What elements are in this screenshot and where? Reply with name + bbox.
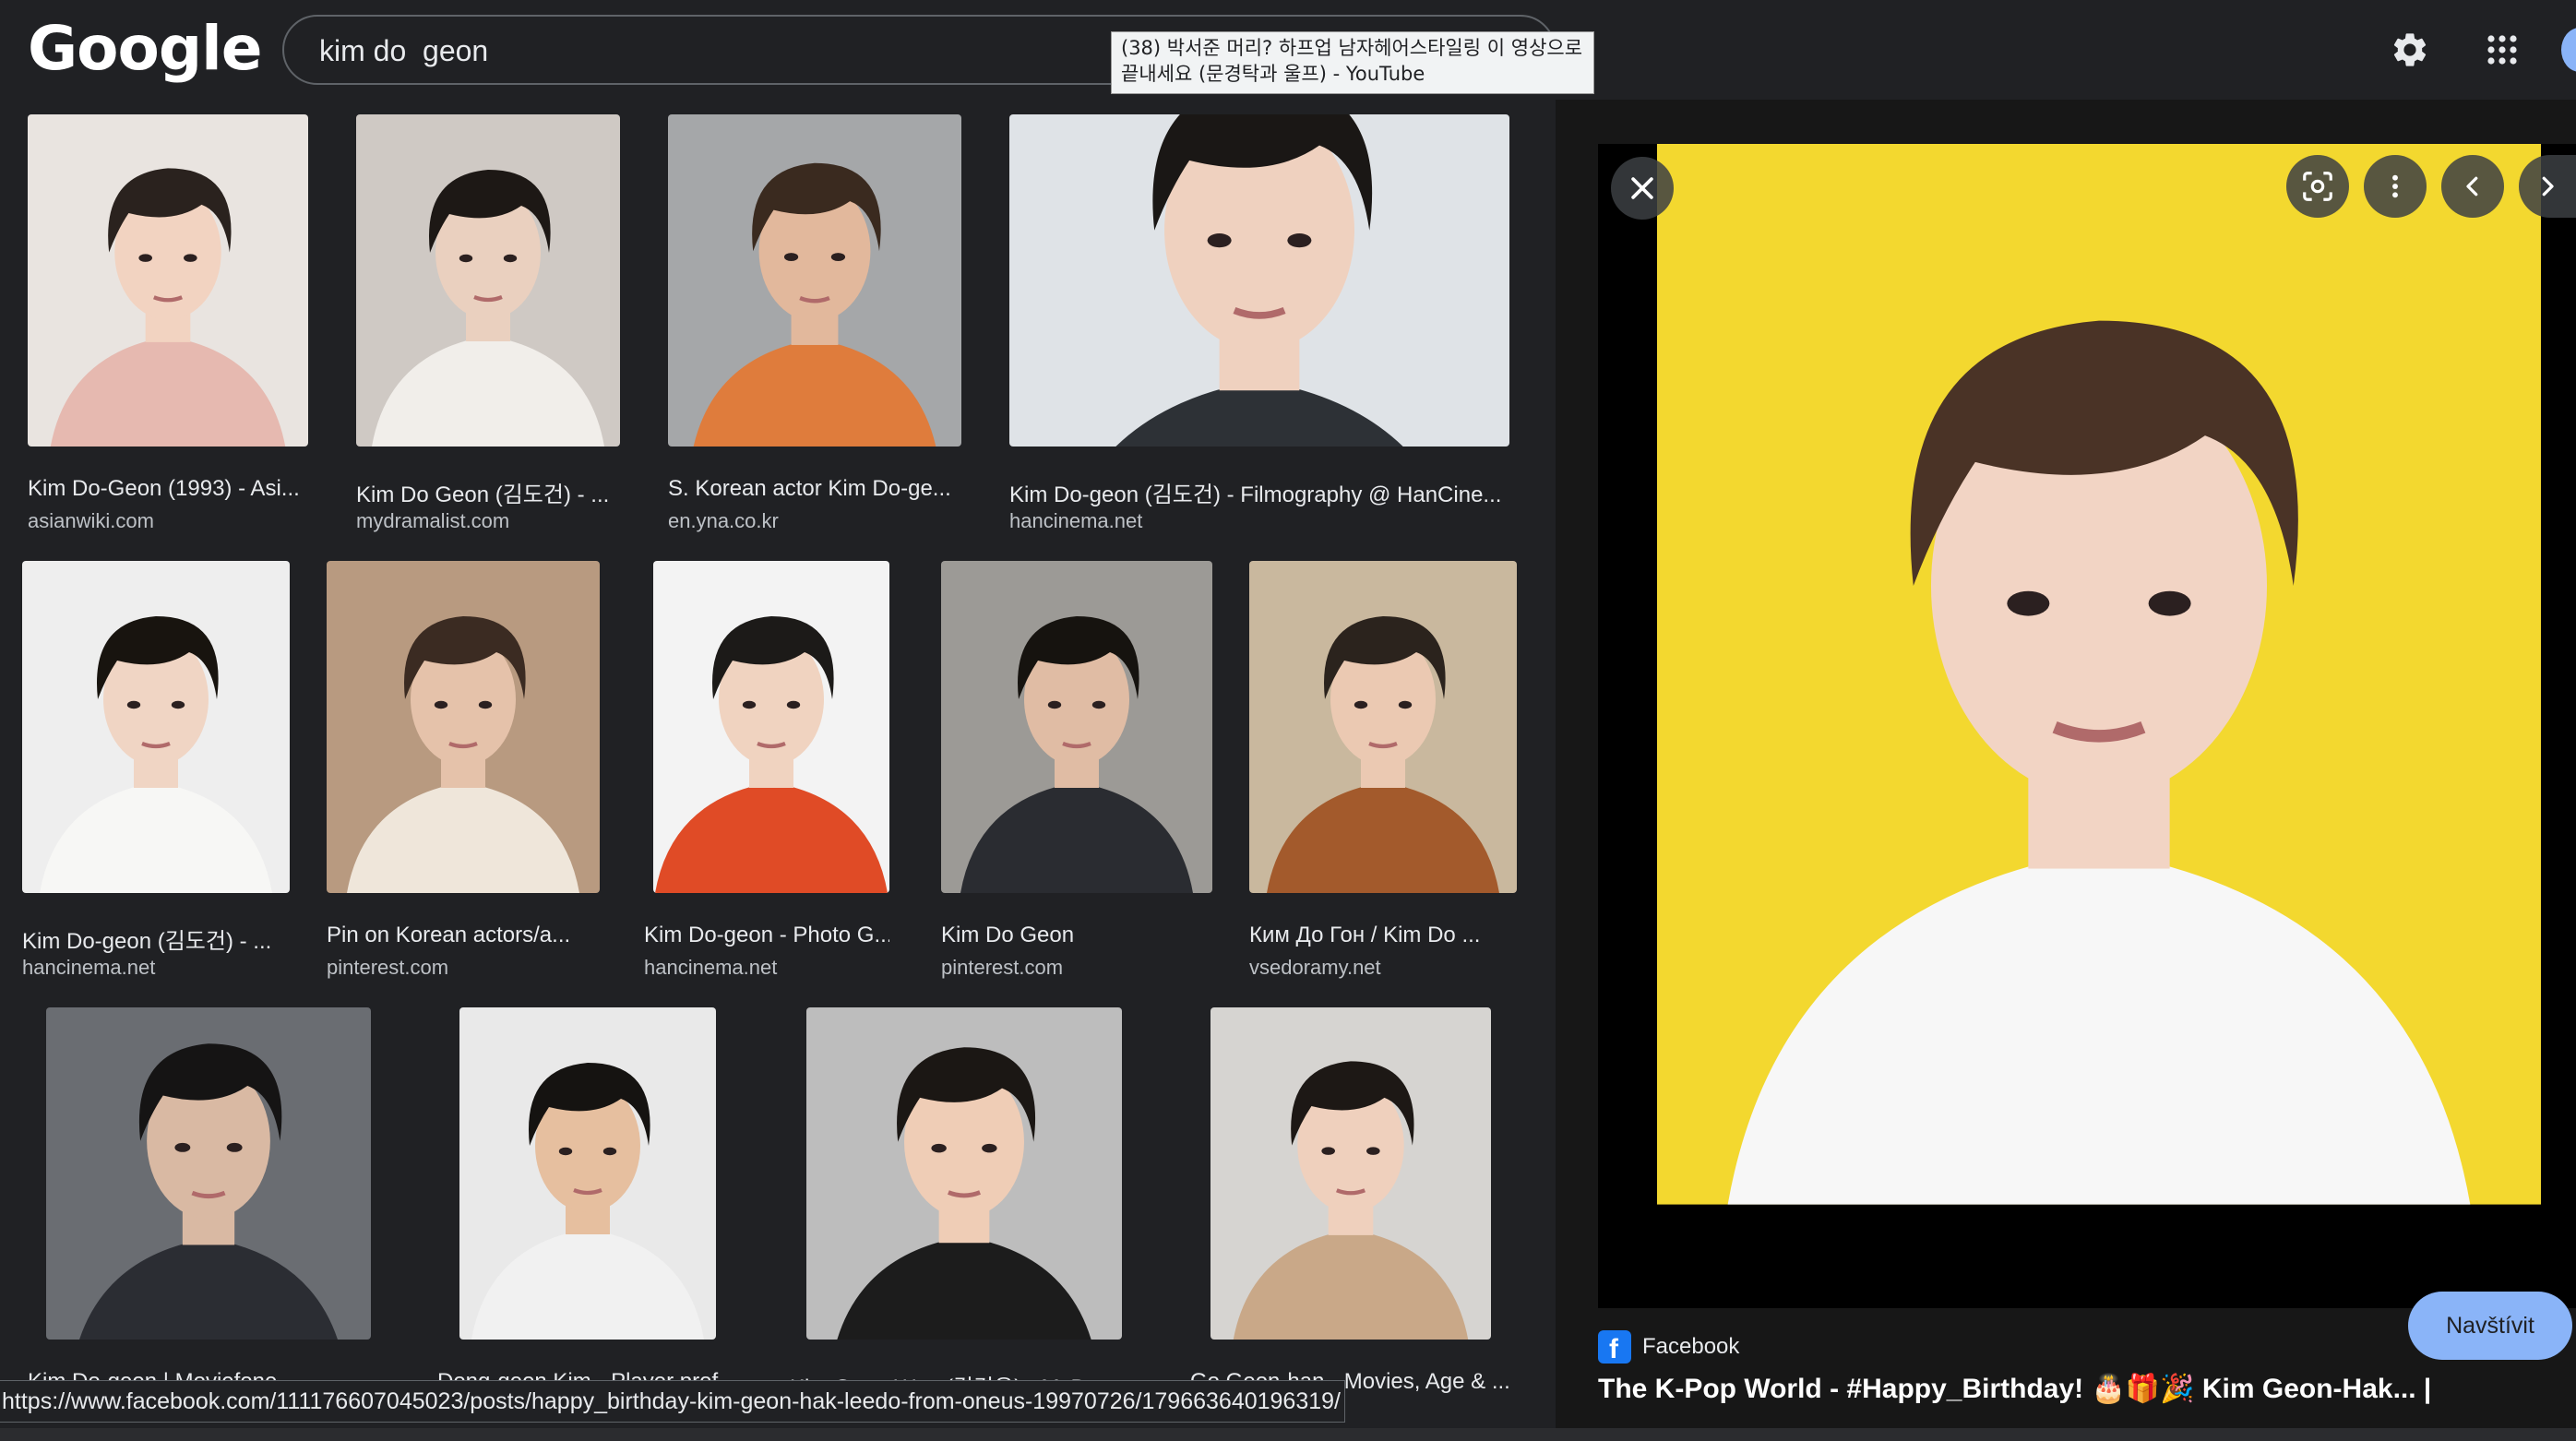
preview-image-frame: [1598, 144, 2576, 1308]
result-thumbnail[interactable]: [28, 114, 308, 447]
result-tile[interactable]: Kim Geon Woo (김건우) - MyDra...: [790, 1007, 1140, 1400]
result-source: en.yna.co.kr: [668, 509, 779, 532]
result-title[interactable]: Kim Do-geon (김도건) - Filmography @ HanCin…: [1009, 476, 1509, 508]
result-tile[interactable]: Pin on Korean actors/a... pinterest.com: [327, 561, 600, 985]
tooltip: (38) 박서준 머리? 하프업 남자헤어스타일링 이 영상으로 끝내세요 (문…: [1111, 31, 1594, 94]
result-title[interactable]: Kim Do Geon: [941, 923, 1212, 948]
chevron-right-icon[interactable]: [2519, 155, 2576, 218]
result-source: hancinema.net: [644, 956, 778, 979]
search-input[interactable]: [319, 30, 1150, 72]
gear-icon[interactable]: [2382, 22, 2438, 77]
result-source: mydramalist.com: [356, 509, 510, 532]
more-options-icon[interactable]: [2364, 155, 2427, 218]
image-preview-panel: f Facebook The K-Pop World - #Happy_Birt…: [1556, 100, 2576, 1428]
status-url-bar: https://www.facebook.com/111176607045023…: [0, 1380, 1345, 1423]
result-tile[interactable]: Kim Do-geon (김도건) - ... hancinema.net: [22, 561, 290, 985]
result-tile[interactable]: S. Korean actor Kim Do-ge... en.yna.co.k…: [668, 114, 961, 539]
result-thumbnail[interactable]: [1249, 561, 1517, 893]
result-title[interactable]: Kim Do-Geon (1993) - Asi...: [28, 476, 308, 502]
preview-image[interactable]: [1656, 144, 2541, 1308]
result-tile[interactable]: Kim Do Geon (김도건) - ... mydramalist.com: [356, 114, 620, 539]
result-tile[interactable]: Kim Do-geon - Photo G... hancinema.net: [644, 561, 889, 985]
preview-title[interactable]: The K-Pop World - #Happy_Birthday! 🎂🎁🎉 K…: [1598, 1373, 2431, 1405]
result-source: pinterest.com: [327, 956, 449, 979]
result-source: vsedoramy.net: [1249, 956, 1381, 979]
result-thumbnail[interactable]: [459, 1007, 716, 1340]
result-thumbnail[interactable]: [22, 561, 290, 893]
result-tile[interactable]: Kim Do-geon | Moviefone: [28, 1007, 375, 1395]
result-thumbnail[interactable]: [941, 561, 1212, 893]
preview-source[interactable]: f Facebook: [1598, 1330, 1739, 1364]
result-source: hancinema.net: [1009, 509, 1143, 532]
chevron-left-icon[interactable]: [2441, 155, 2504, 218]
result-source: hancinema.net: [22, 956, 156, 979]
result-tile[interactable]: Kim Do-geon (김도건) - Filmography @ HanCin…: [1009, 114, 1509, 539]
result-thumbnail[interactable]: [806, 1007, 1122, 1340]
google-logo[interactable]: Google: [28, 13, 262, 84]
result-thumbnail[interactable]: [327, 561, 600, 893]
facebook-icon: f: [1598, 1330, 1631, 1364]
result-tile[interactable]: Dong-geon Kim - Player prof...: [437, 1007, 751, 1395]
result-thumbnail[interactable]: [1009, 114, 1509, 447]
result-title[interactable]: Pin on Korean actors/a...: [327, 923, 600, 948]
result-title[interactable]: S. Korean actor Kim Do-ge...: [668, 476, 961, 502]
result-source: pinterest.com: [941, 956, 1064, 979]
result-tile[interactable]: Go Geon-han - Movies, Age & ...: [1190, 1007, 1513, 1395]
result-title[interactable]: Ким До Гон / Kim Do ...: [1249, 923, 1517, 948]
visit-button[interactable]: Navštívit: [2408, 1292, 2572, 1360]
result-thumbnail[interactable]: [668, 114, 961, 447]
result-title[interactable]: Kim Do-geon (김도건) - ...: [22, 923, 290, 955]
result-thumbnail[interactable]: [653, 561, 889, 893]
bottom-strip: [0, 1428, 2576, 1441]
lens-search-icon[interactable]: [2286, 155, 2349, 218]
close-icon[interactable]: [1611, 157, 1674, 220]
avatar[interactable]: [2561, 28, 2576, 72]
result-tile[interactable]: Kim Do-Geon (1993) - Asi... asianwiki.co…: [28, 114, 308, 539]
result-title[interactable]: Kim Do-geon - Photo G...: [644, 923, 889, 948]
apps-grid-icon[interactable]: [2475, 22, 2530, 77]
result-source: asianwiki.com: [28, 509, 154, 532]
result-thumbnail[interactable]: [1210, 1007, 1491, 1340]
result-tile[interactable]: Kim Do Geon pinterest.com: [941, 561, 1212, 985]
result-thumbnail[interactable]: [46, 1007, 371, 1340]
result-tile[interactable]: Ким До Гон / Kim Do ... vsedoramy.net: [1249, 561, 1517, 985]
image-results-grid: Kim Do-Geon (1993) - Asi... asianwiki.co…: [0, 100, 1556, 1428]
result-title[interactable]: Kim Do Geon (김도건) - ...: [356, 476, 620, 508]
preview-source-name: Facebook: [1642, 1334, 1740, 1359]
result-thumbnail[interactable]: [356, 114, 620, 447]
